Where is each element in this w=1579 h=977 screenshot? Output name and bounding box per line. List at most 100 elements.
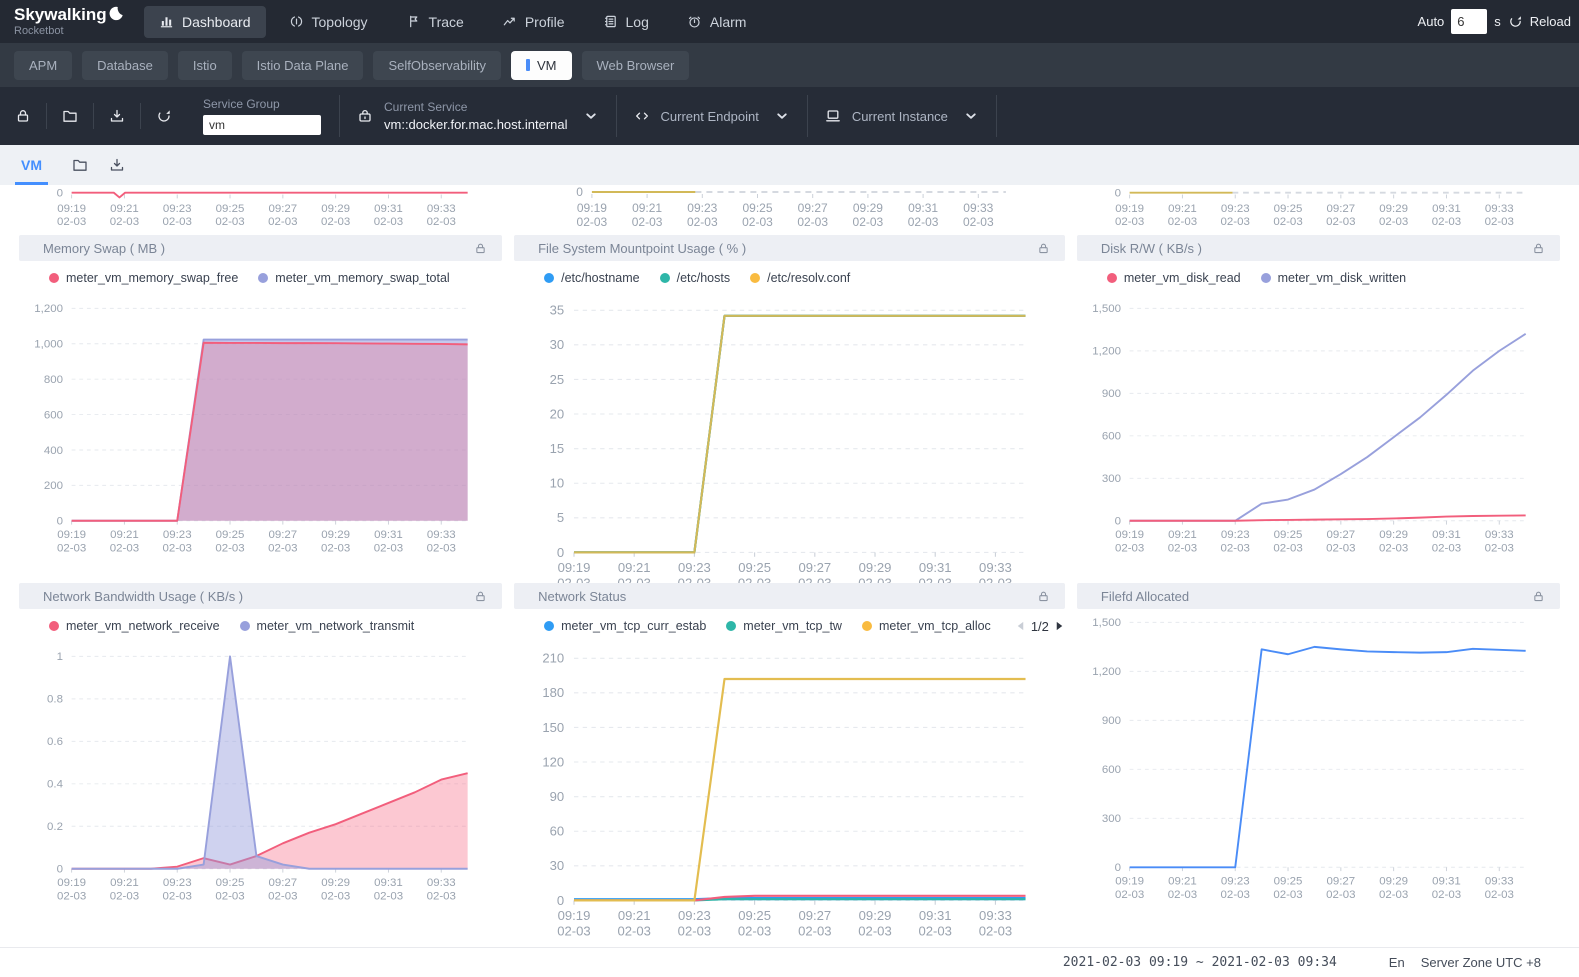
lock-icon[interactable] bbox=[1037, 242, 1050, 255]
dashboard-tab-apm[interactable]: APM bbox=[14, 51, 72, 80]
dashboard-tab-label: Istio bbox=[193, 58, 217, 73]
reload-button[interactable]: Reload bbox=[1530, 14, 1571, 29]
profile-icon bbox=[502, 14, 517, 29]
svg-text:30: 30 bbox=[550, 858, 565, 873]
svg-text:09:23: 09:23 bbox=[163, 877, 192, 889]
pager-next-icon[interactable] bbox=[1054, 620, 1065, 632]
svg-text:09:23: 09:23 bbox=[678, 560, 711, 575]
current-instance-select[interactable]: Current Instance bbox=[808, 108, 996, 124]
svg-text:09:19: 09:19 bbox=[1115, 203, 1144, 215]
auto-interval-input[interactable] bbox=[1451, 9, 1487, 34]
lock-icon[interactable] bbox=[474, 590, 487, 603]
service-group-label: Service Group bbox=[203, 97, 321, 111]
legend-item-meter-vm-tcp-curr-estab[interactable]: meter_vm_tcp_curr_estab bbox=[544, 619, 706, 633]
legend-row: /etc/hostname/etc/hosts/etc/resolv.conf bbox=[514, 261, 1065, 295]
pager-prev-icon[interactable] bbox=[1015, 620, 1026, 632]
svg-text:09:29: 09:29 bbox=[853, 201, 883, 215]
svg-text:0.2: 0.2 bbox=[47, 821, 63, 833]
svg-text:09:21: 09:21 bbox=[618, 560, 651, 575]
dashboard-tab-label: Database bbox=[97, 58, 153, 73]
server-zone: Server Zone UTC +8 bbox=[1421, 955, 1541, 970]
svg-text:09:31: 09:31 bbox=[374, 877, 403, 889]
folder-icon[interactable] bbox=[47, 108, 93, 124]
legend-item-meter-vm-disk-read[interactable]: meter_vm_disk_read bbox=[1107, 271, 1241, 285]
current-service-value: vm::docker.for.mac.host.internal bbox=[384, 117, 568, 132]
svg-text:09:21: 09:21 bbox=[1168, 203, 1197, 215]
dashboard-tab-selfobservability[interactable]: SelfObservability bbox=[373, 51, 501, 80]
svg-text:0.6: 0.6 bbox=[47, 736, 63, 748]
chevron-down-icon[interactable] bbox=[963, 108, 979, 124]
dashboard-tab-istio[interactable]: Istio bbox=[178, 51, 232, 80]
svg-text:09:25: 09:25 bbox=[1274, 529, 1303, 541]
reload-icon[interactable] bbox=[1508, 14, 1523, 29]
svg-text:200: 200 bbox=[44, 480, 63, 492]
lock-icon[interactable] bbox=[474, 242, 487, 255]
main-menu: DashboardTopology Trace ProfileLogAlarm bbox=[144, 6, 761, 38]
current-endpoint-select[interactable]: Current Endpoint bbox=[617, 108, 807, 124]
svg-text:02-03: 02-03 bbox=[963, 215, 994, 227]
legend-item-meter-vm-tcp-tw[interactable]: meter_vm_tcp_tw bbox=[726, 619, 842, 633]
svg-text:02-03: 02-03 bbox=[1115, 216, 1144, 227]
charts-grid: 009:1902-0309:2102-0309:2302-0309:2502-0… bbox=[0, 185, 1579, 947]
svg-text:09:25: 09:25 bbox=[1274, 876, 1303, 888]
time-range-picker[interactable]: 2021-02-03 09:19 ~ 2021-02-03 09:34 bbox=[1063, 955, 1337, 970]
chart-file-system-mountpoint-usage: 0510152025303509:1902-0309:2102-0309:230… bbox=[514, 295, 1065, 600]
svg-text:600: 600 bbox=[1102, 431, 1121, 443]
svg-text:1,200: 1,200 bbox=[1092, 346, 1121, 358]
svg-text:0: 0 bbox=[57, 516, 63, 528]
svg-text:09:31: 09:31 bbox=[1432, 876, 1461, 888]
legend-item-meter-vm-tcp-alloc[interactable]: meter_vm_tcp_alloc bbox=[862, 619, 991, 633]
chevron-down-icon[interactable] bbox=[583, 108, 599, 124]
lock-icon[interactable] bbox=[0, 108, 46, 124]
svg-text:09:31: 09:31 bbox=[1432, 203, 1461, 215]
language-toggle[interactable]: En bbox=[1389, 955, 1405, 970]
svg-text:02-03: 02-03 bbox=[1379, 216, 1408, 227]
panel-disk-r-w-kb-s: Disk R/W ( KB/s )meter_vm_disk_readmeter… bbox=[1077, 235, 1560, 575]
legend-dot bbox=[49, 273, 59, 283]
legend-item-meter-vm-memory-swap-total[interactable]: meter_vm_memory_swap_total bbox=[258, 271, 449, 285]
dashboard-tab-istio-data-plane[interactable]: Istio Data Plane bbox=[242, 51, 364, 80]
svg-text:1: 1 bbox=[57, 651, 63, 663]
lock-icon[interactable] bbox=[1532, 590, 1545, 603]
legend-item-etc-hosts[interactable]: /etc/hosts bbox=[660, 271, 731, 285]
legend-item-meter-vm-network-receive[interactable]: meter_vm_network_receive bbox=[49, 619, 220, 633]
download-icon[interactable] bbox=[94, 108, 140, 124]
svg-text:0: 0 bbox=[576, 187, 583, 199]
legend-item-meter-vm-network-transmit[interactable]: meter_vm_network_transmit bbox=[240, 619, 415, 633]
nav-item-label: Trace bbox=[429, 14, 464, 30]
legend-item-etc-resolv-conf[interactable]: /etc/resolv.conf bbox=[750, 271, 850, 285]
dashboard-tab-vm[interactable]: VM bbox=[511, 51, 572, 80]
svg-text:02-03: 02-03 bbox=[215, 542, 244, 554]
download-icon[interactable] bbox=[109, 157, 125, 173]
lock-icon[interactable] bbox=[1037, 590, 1050, 603]
tab-vm[interactable]: VM bbox=[12, 145, 51, 185]
current-service-select[interactable]: Current Service vm::docker.for.mac.host.… bbox=[340, 100, 616, 132]
nav-item-trace[interactable]: Trace bbox=[391, 6, 479, 38]
lock-icon[interactable] bbox=[1532, 242, 1545, 255]
folder-icon[interactable] bbox=[72, 157, 88, 173]
legend-item-meter-vm-disk-written[interactable]: meter_vm_disk_written bbox=[1261, 271, 1407, 285]
svg-text:0.4: 0.4 bbox=[47, 779, 64, 791]
chevron-down-icon[interactable] bbox=[774, 108, 790, 124]
nav-item-profile[interactable]: Profile bbox=[487, 6, 580, 38]
service-group-input[interactable] bbox=[203, 115, 321, 135]
panel-title: Memory Swap ( MB ) bbox=[43, 241, 165, 256]
nav-item-log[interactable]: Log bbox=[588, 6, 664, 38]
svg-text:02-03: 02-03 bbox=[618, 923, 651, 938]
svg-text:600: 600 bbox=[44, 409, 63, 421]
nav-item-alarm[interactable]: Alarm bbox=[672, 6, 762, 38]
legend-item-etc-hostname[interactable]: /etc/hostname bbox=[544, 271, 640, 285]
svg-text:09:23: 09:23 bbox=[1221, 876, 1250, 888]
svg-text:02-03: 02-03 bbox=[1273, 889, 1302, 901]
svg-text:02-03: 02-03 bbox=[1115, 542, 1144, 554]
dashboard-tab-database[interactable]: Database bbox=[82, 51, 168, 80]
svg-text:09:19: 09:19 bbox=[577, 201, 607, 215]
svg-text:09:19: 09:19 bbox=[1115, 876, 1144, 888]
nav-item-dashboard[interactable]: Dashboard bbox=[144, 6, 266, 38]
svg-text:02-03: 02-03 bbox=[858, 923, 891, 938]
dashboard-icon bbox=[159, 14, 174, 29]
dashboard-tab-web-browser[interactable]: Web Browser bbox=[582, 51, 690, 80]
nav-item-topology[interactable]: Topology bbox=[274, 6, 383, 38]
legend-item-meter-vm-memory-swap-free[interactable]: meter_vm_memory_swap_free bbox=[49, 271, 238, 285]
refresh-icon[interactable] bbox=[141, 108, 187, 124]
